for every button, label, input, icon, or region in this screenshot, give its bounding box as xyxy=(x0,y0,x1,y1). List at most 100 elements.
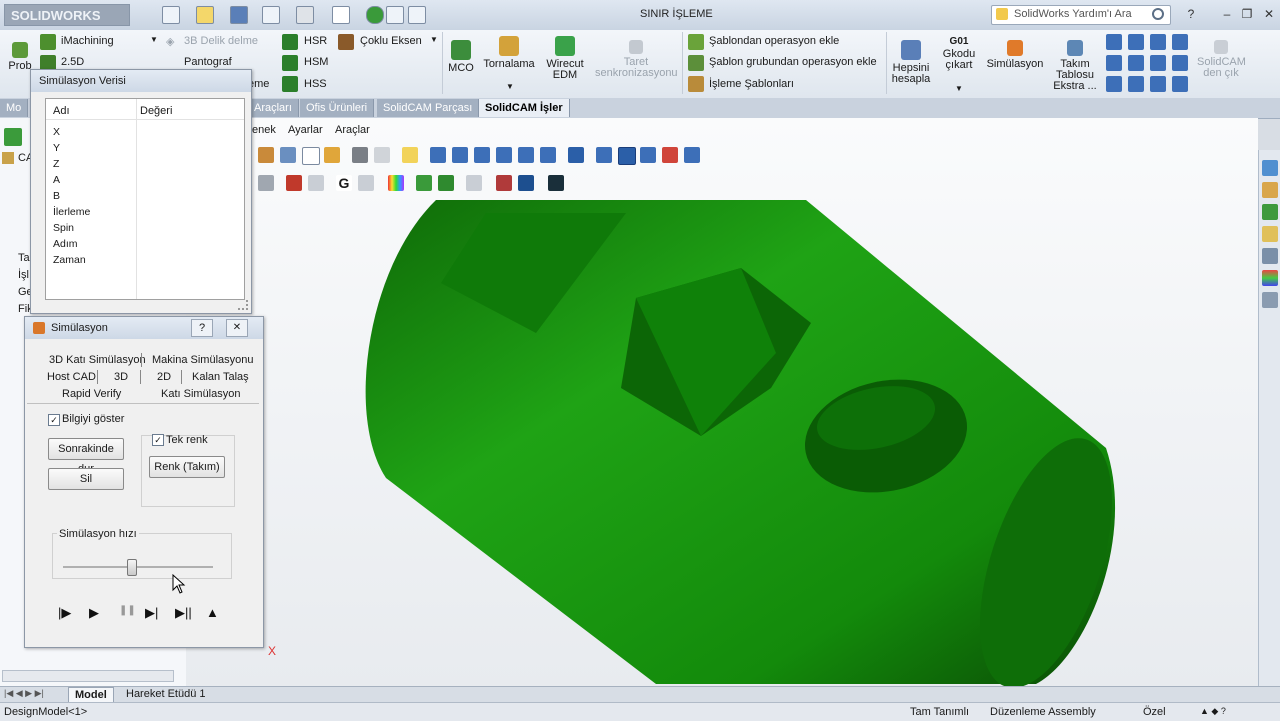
tab-solidcam-operations[interactable]: SolidCAM İşler xyxy=(479,99,570,117)
rotate-icon[interactable] xyxy=(258,175,274,191)
help-button[interactable]: ? xyxy=(191,319,213,337)
search-icon[interactable] xyxy=(1152,8,1164,20)
section-view-icon[interactable] xyxy=(684,147,700,163)
view-icon[interactable] xyxy=(1150,34,1166,50)
view-icon[interactable] xyxy=(1106,34,1122,50)
tab-3d-solid-sim[interactable]: 3D Katı Simülasyon xyxy=(49,354,146,366)
status-icons[interactable]: ▲ ◆ ? xyxy=(1200,706,1226,717)
file-explorer-icon[interactable] xyxy=(1262,226,1278,242)
imachining-dropdown-icon[interactable]: ▼ xyxy=(150,35,158,44)
tab-araclari[interactable]: Araçları xyxy=(248,99,299,117)
multi-axis-dropdown-icon[interactable]: ▼ xyxy=(430,35,438,44)
zoom-icon[interactable] xyxy=(258,147,274,163)
menu-item-tools[interactable]: Araçlar xyxy=(335,124,370,136)
view-palette-icon[interactable] xyxy=(1262,248,1278,264)
hsr-button[interactable]: HSR xyxy=(304,35,327,47)
eject-icon[interactable]: ▲ xyxy=(206,605,219,620)
hss-button[interactable]: HSS xyxy=(304,78,327,90)
tab-3d[interactable]: 3D xyxy=(114,371,128,383)
disabled-tool-icon[interactable] xyxy=(466,175,482,191)
zoom-area-icon[interactable] xyxy=(280,147,296,163)
solidworks-resources-icon[interactable] xyxy=(1262,160,1278,176)
hidden-lines-icon[interactable] xyxy=(662,147,678,163)
shaded-icon[interactable] xyxy=(596,147,612,163)
exit-solidcam-button[interactable]: SolidCAM den çık xyxy=(1196,40,1246,79)
view-top-icon[interactable] xyxy=(518,147,534,163)
view-back-icon[interactable] xyxy=(452,147,468,163)
machining-templates-button[interactable]: İşleme Şablonları xyxy=(709,78,794,90)
skip-end-icon[interactable]: ▶|| xyxy=(175,605,192,621)
imachining-button[interactable]: iMachining xyxy=(61,35,114,47)
measure-icon[interactable] xyxy=(324,147,340,163)
wireframe-icon[interactable] xyxy=(640,147,656,163)
appearances-icon[interactable] xyxy=(1262,270,1278,286)
turning-dropdown-icon[interactable]: ▼ xyxy=(506,82,514,91)
custom-properties-icon[interactable] xyxy=(1262,292,1278,308)
shaded-edges-icon[interactable] xyxy=(618,147,636,165)
speed-slider-thumb[interactable] xyxy=(126,559,137,576)
stock-display-icon[interactable] xyxy=(438,175,454,191)
view-icon[interactable] xyxy=(1172,55,1188,71)
solidcam-tree-icon[interactable] xyxy=(4,128,22,146)
view-front-icon[interactable] xyxy=(430,147,446,163)
menu-item-settings[interactable]: Ayarlar xyxy=(288,124,323,136)
add-op-from-template-button[interactable]: Şablondan operasyon ekle xyxy=(709,35,839,47)
view-icon[interactable] xyxy=(1128,55,1144,71)
box-outline-icon[interactable] xyxy=(374,147,390,163)
col-name-header[interactable]: Adı xyxy=(53,105,70,117)
tab-remaining-stock[interactable]: Kalan Talaş xyxy=(192,371,249,383)
wirecut-button[interactable]: Wirecut EDM xyxy=(542,36,588,81)
two-half-d-button[interactable]: 2.5D xyxy=(61,56,84,68)
tree-scrollbar[interactable] xyxy=(2,670,174,682)
color-palette-icon[interactable] xyxy=(388,175,404,191)
rebuild-icon[interactable] xyxy=(366,6,384,24)
save-icon[interactable] xyxy=(230,6,248,24)
tab-motion-study[interactable]: Hareket Etüdü 1 xyxy=(120,687,212,701)
view-left-icon[interactable] xyxy=(474,147,490,163)
pause-icon[interactable]: ❚❚ xyxy=(119,605,136,616)
graphics-area[interactable] xyxy=(186,118,1258,688)
machine-view-icon[interactable] xyxy=(548,175,564,191)
light-bulb-icon[interactable] xyxy=(402,147,418,163)
disabled-tool-icon[interactable] xyxy=(308,175,324,191)
tab-host-cad[interactable]: Host CAD xyxy=(47,371,96,383)
gcode-button[interactable]: G01 Gkodu çıkart xyxy=(938,36,980,71)
new-file-icon[interactable] xyxy=(162,6,180,24)
view-icon[interactable] xyxy=(1106,76,1122,92)
resize-grip[interactable] xyxy=(238,300,248,310)
compare-icon[interactable] xyxy=(496,175,512,191)
view-icon[interactable] xyxy=(1128,76,1144,92)
tool-display-icon[interactable] xyxy=(416,175,432,191)
close-button[interactable]: ✕ xyxy=(1262,7,1276,21)
help-question-icon[interactable]: ? xyxy=(1184,7,1198,21)
menu-item-enek[interactable]: enek xyxy=(252,124,276,136)
view-icon[interactable] xyxy=(1172,34,1188,50)
speed-slider-track[interactable] xyxy=(63,566,213,568)
options-icon[interactable] xyxy=(408,6,426,24)
box-icon[interactable] xyxy=(352,147,368,163)
disabled-tool-icon[interactable] xyxy=(358,175,374,191)
color-tool-button[interactable]: Renk (Takım) xyxy=(149,456,225,478)
design-library-icon[interactable] xyxy=(1262,204,1278,220)
step-play-icon[interactable]: |▶ xyxy=(58,605,71,621)
solidworks-logo[interactable]: SOLIDWORKS xyxy=(4,4,130,26)
calc-all-button[interactable]: Hepsini hesapla xyxy=(890,40,932,85)
help-search-input[interactable]: SolidWorks Yardım'ı Ara xyxy=(1014,8,1132,20)
turret-sync-button[interactable]: Taret senkronizasyonu xyxy=(594,40,678,79)
add-op-from-group-button[interactable]: Şablon grubundan operasyon ekle xyxy=(709,56,877,68)
home-icon[interactable] xyxy=(1262,182,1278,198)
step-forward-icon[interactable]: ▶| xyxy=(145,605,158,621)
undo-icon[interactable] xyxy=(296,6,314,24)
tool-table-button[interactable]: Takım Tablosu Ekstra ... xyxy=(1050,40,1100,92)
mco-button[interactable]: MCO xyxy=(446,40,476,74)
view-icon[interactable] xyxy=(1150,76,1166,92)
status-units[interactable]: Özel xyxy=(1143,706,1166,718)
show-info-checkbox[interactable]: ✓ xyxy=(48,414,60,426)
view-icon[interactable] xyxy=(1150,55,1166,71)
stop-next-button[interactable]: Sonrakinde dur xyxy=(48,438,124,475)
restore-button[interactable]: ❐ xyxy=(1240,7,1254,21)
delete-tool-icon[interactable] xyxy=(286,175,302,191)
tree-item-tool[interactable]: Ta xyxy=(18,252,30,264)
refresh-icon[interactable]: G xyxy=(336,175,352,191)
tab-solidcam-part[interactable]: SolidCAM Parçası xyxy=(377,99,480,117)
